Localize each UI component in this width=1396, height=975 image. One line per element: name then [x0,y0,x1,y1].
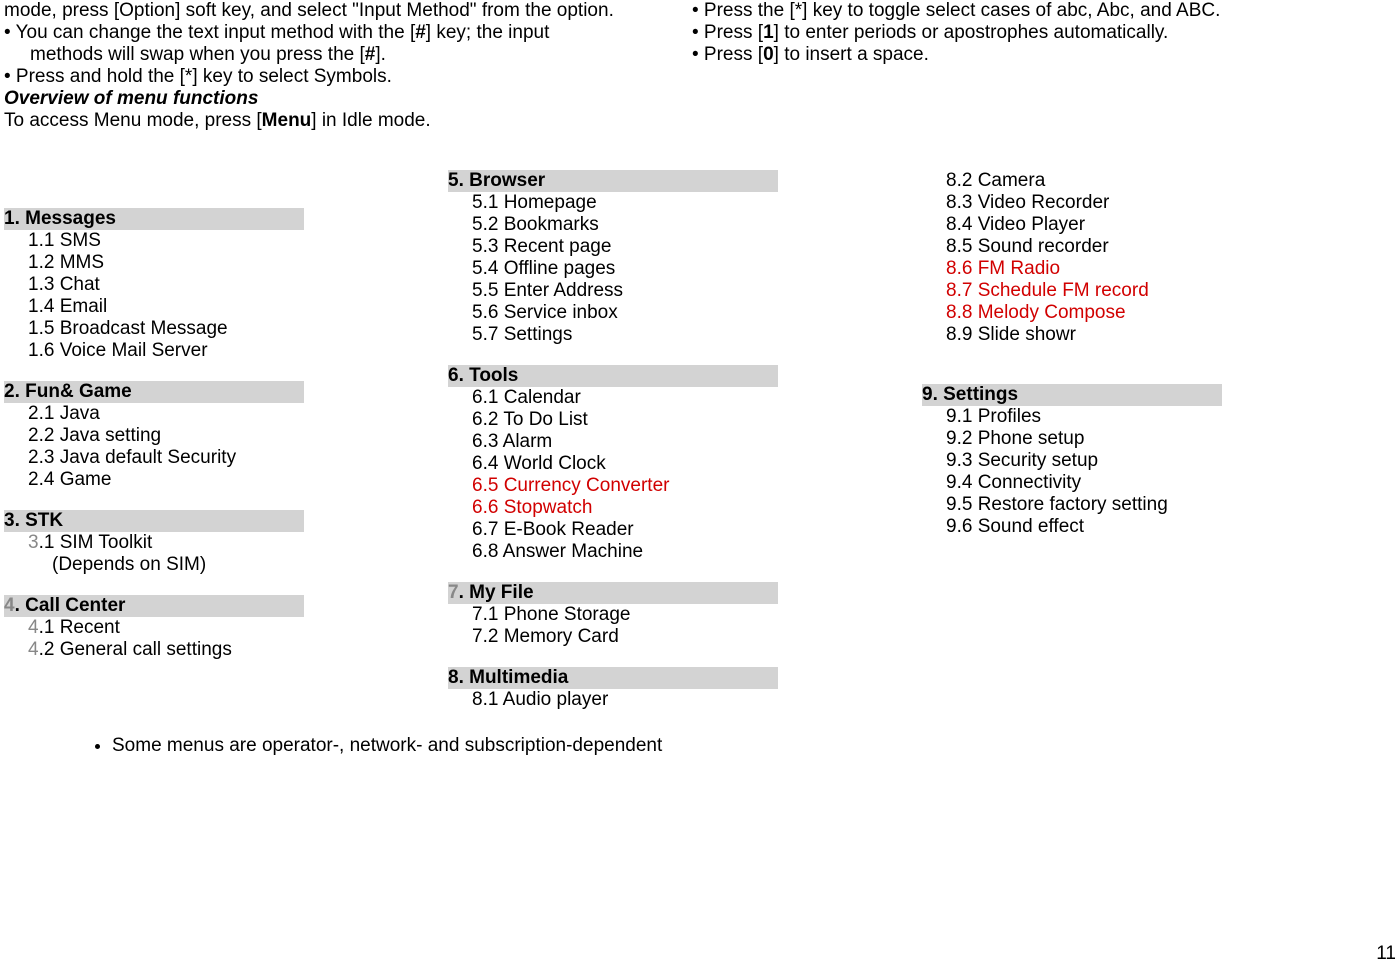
footnote-item: Some menus are operator-, network- and s… [112,735,1396,757]
menu-item: 5.5 Enter Address [472,280,778,302]
text-line: • Press [0] to insert a space. [692,44,1390,66]
footnote: Some menus are operator-, network- and s… [0,735,1396,757]
menu-item: 6.4 World Clock [472,453,778,475]
menu-items: 7.1 Phone Storage 7.2 Memory Card [448,604,778,648]
menu-item: 5.7 Settings [472,324,778,346]
menu-item: 6.3 Alarm [472,431,778,453]
menu-header-multimedia: 8. Multimedia [448,667,778,689]
menu-item: 8.8 Melody Compose [946,302,1222,324]
text-line: • Press [1] to enter periods or apostrop… [692,22,1390,44]
menu-item: 6.7 E-Book Reader [472,519,778,541]
overview-heading: Overview of menu functions [4,88,652,110]
menu-item: 8.2 Camera [946,170,1222,192]
menu-item: 1.3 Chat [28,274,304,296]
menu-item: 6.1 Calendar [472,387,778,409]
page-number: 11 [1376,943,1396,965]
menu-item: 2.4 Game [28,469,304,491]
menu-header-fun-game: 2. Fun& Game [4,381,304,403]
menu-items: 8.1 Audio player [448,689,778,711]
menu-items: 5.1 Homepage 5.2 Bookmarks 5.3 Recent pa… [448,192,778,346]
menu-item: 1.2 MMS [28,252,304,274]
menu-items: 3.1 SIM Toolkit (Depends on SIM) [4,532,304,576]
menu-items: 8.2 Camera 8.3 Video Recorder 8.4 Video … [922,170,1222,346]
menu-items: 2.1 Java 2.2 Java setting 2.3 Java defau… [4,403,304,491]
menu-item: 9.5 Restore factory setting [946,494,1222,516]
menu-item: 9.1 Profiles [946,406,1222,428]
menu-items: 4.1 Recent 4.2 General call settings [4,617,304,661]
menu-item: 1.1 SMS [28,230,304,252]
text-line: • You can change the text input method w… [4,22,652,44]
menu-header-messages: 1. Messages [4,208,304,230]
menu-item: 4.1 Recent [28,617,304,639]
menu-item: 8.5 Sound recorder [946,236,1222,258]
menu-item: 8.9 Slide showr [946,324,1222,346]
menu-header-stk: 3. STK [4,510,304,532]
menu-item: 4.2 General call settings [28,639,304,661]
menu-items: 9.1 Profiles 9.2 Phone setup 9.3 Securit… [922,406,1222,538]
menu-item-sub: (Depends on SIM) [28,554,304,576]
menu-item: 5.6 Service inbox [472,302,778,324]
menu-item: 5.1 Homepage [472,192,778,214]
menu-item: 1.4 Email [28,296,304,318]
menu-item: 9.4 Connectivity [946,472,1222,494]
menu-item: 2.3 Java default Security [28,447,304,469]
menu-item: 5.3 Recent page [472,236,778,258]
menu-item: 7.2 Memory Card [472,626,778,648]
menu-item: 2.1 Java [28,403,304,425]
text-line: To access Menu mode, press [Menu] in Idl… [4,110,652,132]
menu-item: 3.1 SIM Toolkit [28,532,304,554]
menu-item: 6.2 To Do List [472,409,778,431]
menu-header-tools: 6. Tools [448,365,778,387]
menu-item: 7.1 Phone Storage [472,604,778,626]
menu-header-settings: 9. Settings [922,384,1222,406]
menu-item: 2.2 Java setting [28,425,304,447]
menu-item: 6.6 Stopwatch [472,497,778,519]
text-line: • Press the [*] key to toggle select cas… [692,0,1390,22]
menu-item: 8.7 Schedule FM record [946,280,1222,302]
menu-item: 8.4 Video Player [946,214,1222,236]
menu-header-browser: 5. Browser [448,170,778,192]
menu-items: 1.1 SMS 1.2 MMS 1.3 Chat 1.4 Email 1.5 B… [4,230,304,362]
menu-item: 9.2 Phone setup [946,428,1222,450]
text-line: • Press and hold the [*] key to select S… [4,66,652,88]
text-line: mode, press [Option] soft key, and selec… [4,0,652,22]
menu-header-call-center: 4. Call Center [4,595,304,617]
menu-items: 6.1 Calendar 6.2 To Do List 6.3 Alarm 6.… [448,387,778,563]
menu-item: 9.6 Sound effect [946,516,1222,538]
menu-item: 5.2 Bookmarks [472,214,778,236]
menu-item: 8.6 FM Radio [946,258,1222,280]
menu-item: 1.6 Voice Mail Server [28,340,304,362]
menu-item: 9.3 Security setup [946,450,1222,472]
text-line: methods will swap when you press the [#]… [4,44,652,66]
menu-item: 8.3 Video Recorder [946,192,1222,214]
menu-header-my-file: 7. My File [448,582,778,604]
menu-item: 6.8 Answer Machine [472,541,778,563]
menu-item: 6.5 Currency Converter [472,475,778,497]
menu-item: 1.5 Broadcast Message [28,318,304,340]
menu-item: 8.1 Audio player [472,689,778,711]
menu-item: 5.4 Offline pages [472,258,778,280]
